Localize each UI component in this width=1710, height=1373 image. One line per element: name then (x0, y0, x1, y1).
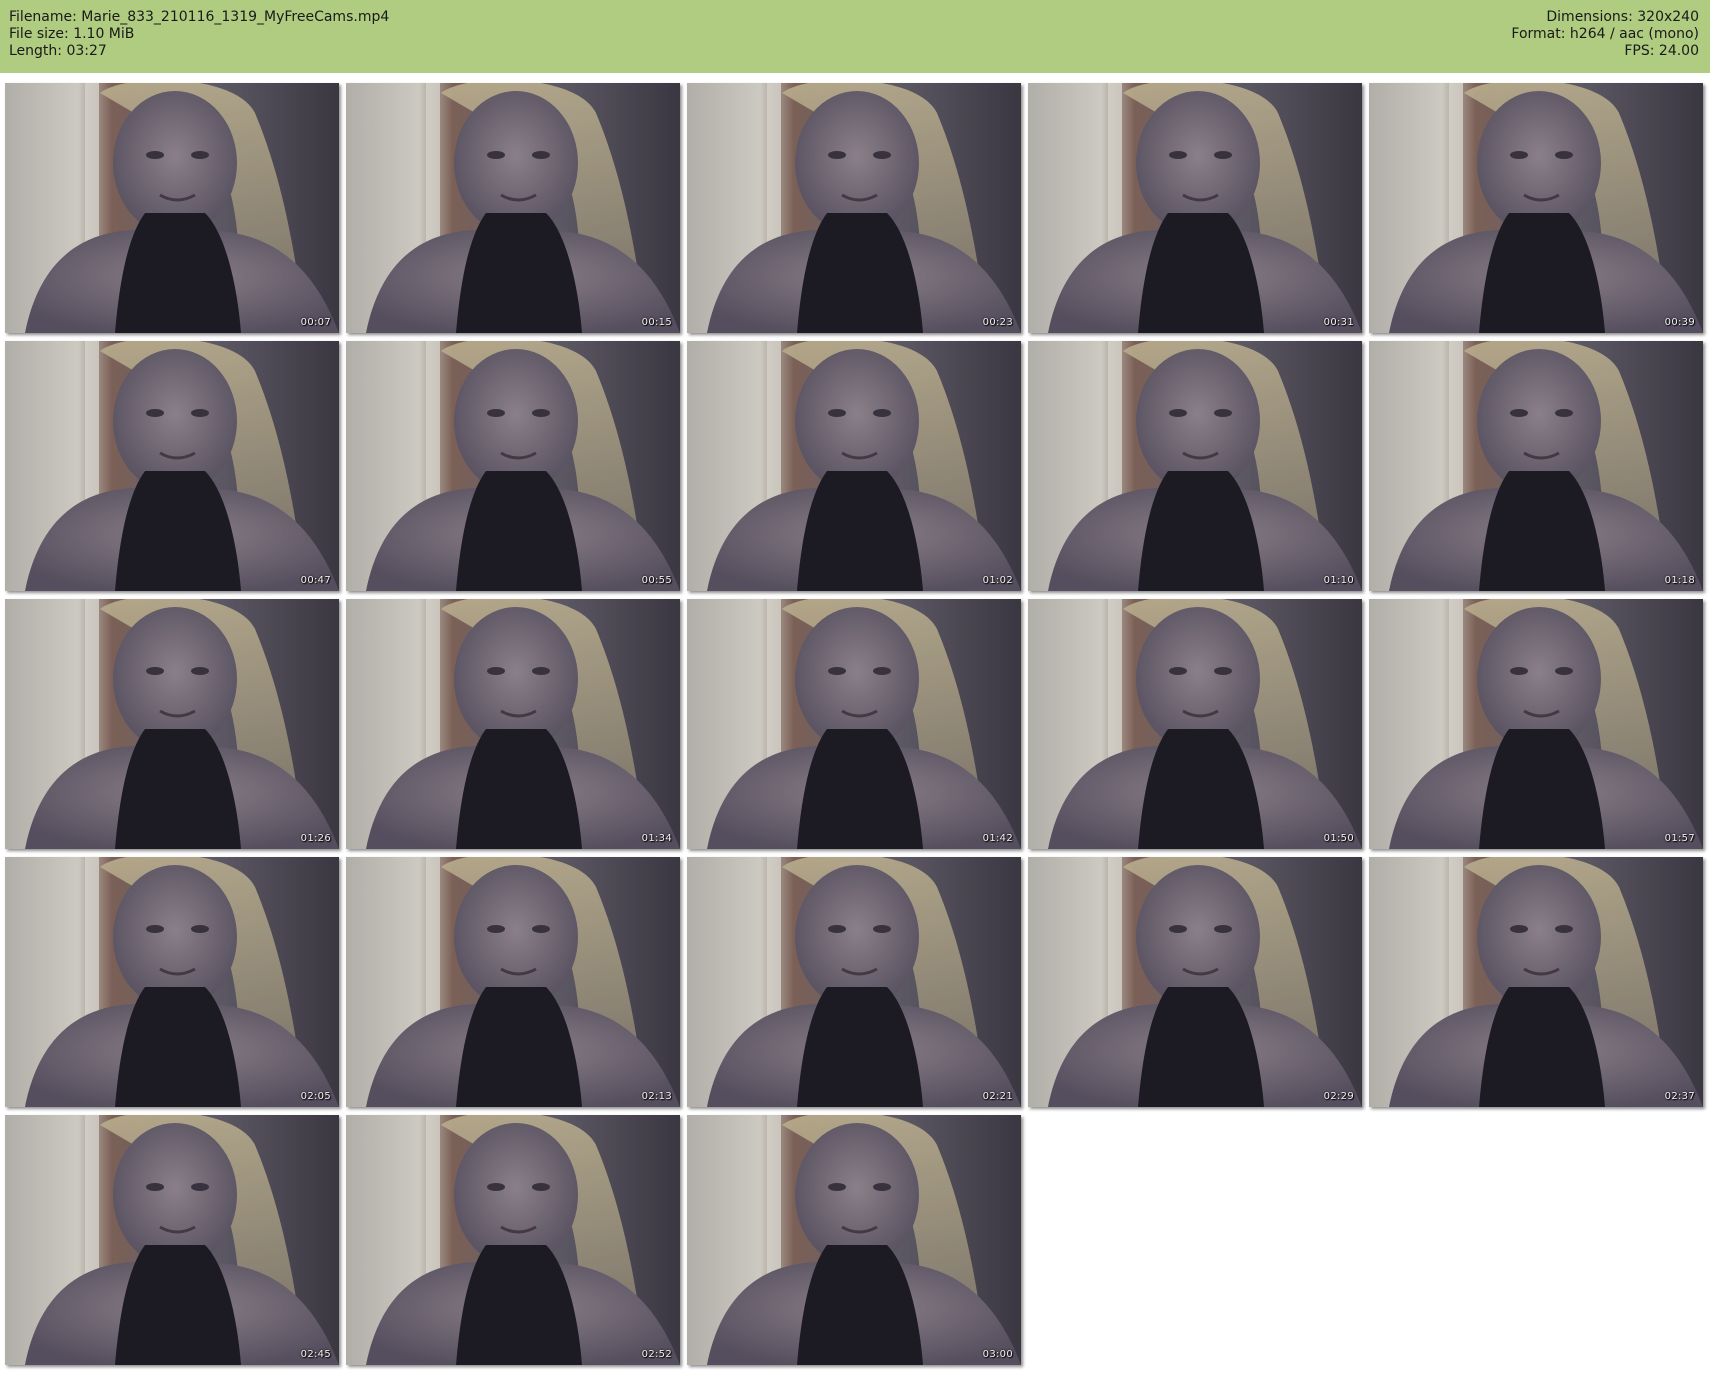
video-frame-thumbnail: 01:26 (5, 599, 339, 849)
timecode-label: 02:29 (1323, 1091, 1354, 1102)
thumbnail-grid: 00:07 00:15 00:23 00:31 00:39 00:47 00:55 01:02… (5, 83, 1705, 1365)
video-frame-thumbnail: 03:00 (687, 1115, 1021, 1365)
frame-image (687, 341, 1021, 591)
video-frame-thumbnail: 01:57 (1369, 599, 1703, 849)
frame-image (1028, 83, 1362, 333)
timecode-label: 00:39 (1664, 317, 1695, 328)
dimensions-text: Dimensions: 320x240 (1546, 9, 1699, 25)
frame-image (1028, 599, 1362, 849)
frame-image (1369, 599, 1703, 849)
timecode-label: 00:23 (982, 317, 1013, 328)
video-frame-thumbnail: 00:55 (346, 341, 680, 591)
video-frame-thumbnail: 00:23 (687, 83, 1021, 333)
timecode-label: 00:07 (300, 317, 331, 328)
length-text: Length: 03:27 (9, 43, 107, 59)
frame-image (1028, 341, 1362, 591)
frame-image (346, 341, 680, 591)
video-frame-thumbnail: 01:02 (687, 341, 1021, 591)
timecode-label: 00:31 (1323, 317, 1354, 328)
timecode-label: 01:26 (300, 833, 331, 844)
video-frame-thumbnail: 02:13 (346, 857, 680, 1107)
frame-image (687, 599, 1021, 849)
frame-image (5, 857, 339, 1107)
video-frame-thumbnail: 02:21 (687, 857, 1021, 1107)
frame-image (1369, 341, 1703, 591)
timecode-label: 01:18 (1664, 575, 1695, 586)
file-info-right: Dimensions: 320x240 Format: h264 / aac (… (1511, 9, 1699, 60)
file-info-left: Filename: Marie_833_210116_1319_MyFreeCa… (9, 9, 389, 60)
filename-text: Filename: Marie_833_210116_1319_MyFreeCa… (9, 9, 390, 25)
video-frame-thumbnail: 01:50 (1028, 599, 1362, 849)
timecode-label: 01:57 (1664, 833, 1695, 844)
timecode-label: 02:52 (641, 1349, 672, 1360)
frame-image (1369, 83, 1703, 333)
timecode-label: 01:42 (982, 833, 1013, 844)
video-frame-thumbnail: 00:39 (1369, 83, 1703, 333)
video-frame-thumbnail: 00:31 (1028, 83, 1362, 333)
timecode-label: 02:37 (1664, 1091, 1695, 1102)
frame-image (5, 341, 339, 591)
video-frame-thumbnail: 01:42 (687, 599, 1021, 849)
video-frame-thumbnail: 02:52 (346, 1115, 680, 1365)
video-frame-thumbnail: 00:15 (346, 83, 680, 333)
frame-image (687, 857, 1021, 1107)
timecode-label: 00:55 (641, 575, 672, 586)
frame-image (346, 1115, 680, 1365)
video-frame-thumbnail: 02:45 (5, 1115, 339, 1365)
frame-image (687, 1115, 1021, 1365)
timecode-label: 00:15 (641, 317, 672, 328)
timecode-label: 01:10 (1323, 575, 1354, 586)
frame-image (1028, 857, 1362, 1107)
timecode-label: 02:05 (300, 1091, 331, 1102)
timecode-label: 02:21 (982, 1091, 1013, 1102)
timecode-label: 02:13 (641, 1091, 672, 1102)
timecode-label: 03:00 (982, 1349, 1013, 1360)
video-frame-thumbnail: 01:10 (1028, 341, 1362, 591)
video-frame-thumbnail: 00:47 (5, 341, 339, 591)
frame-image (346, 857, 680, 1107)
file-size-text: File size: 1.10 MiB (9, 26, 135, 42)
video-frame-thumbnail: 02:05 (5, 857, 339, 1107)
timecode-label: 02:45 (300, 1349, 331, 1360)
frame-image (346, 599, 680, 849)
frame-image (5, 83, 339, 333)
frame-image (346, 83, 680, 333)
frame-image (5, 599, 339, 849)
timecode-label: 00:47 (300, 575, 331, 586)
frame-image (5, 1115, 339, 1365)
frame-image (687, 83, 1021, 333)
video-frame-thumbnail: 01:34 (346, 599, 680, 849)
frame-image (1369, 857, 1703, 1107)
info-header: Filename: Marie_833_210116_1319_MyFreeCa… (0, 0, 1710, 73)
timecode-label: 01:50 (1323, 833, 1354, 844)
format-text: Format: h264 / aac (mono) (1511, 26, 1699, 42)
timecode-label: 01:02 (982, 575, 1013, 586)
video-frame-thumbnail: 01:18 (1369, 341, 1703, 591)
video-frame-thumbnail: 02:29 (1028, 857, 1362, 1107)
video-frame-thumbnail: 02:37 (1369, 857, 1703, 1107)
video-frame-thumbnail: 00:07 (5, 83, 339, 333)
timecode-label: 01:34 (641, 833, 672, 844)
fps-text: FPS: 24.00 (1624, 43, 1699, 59)
